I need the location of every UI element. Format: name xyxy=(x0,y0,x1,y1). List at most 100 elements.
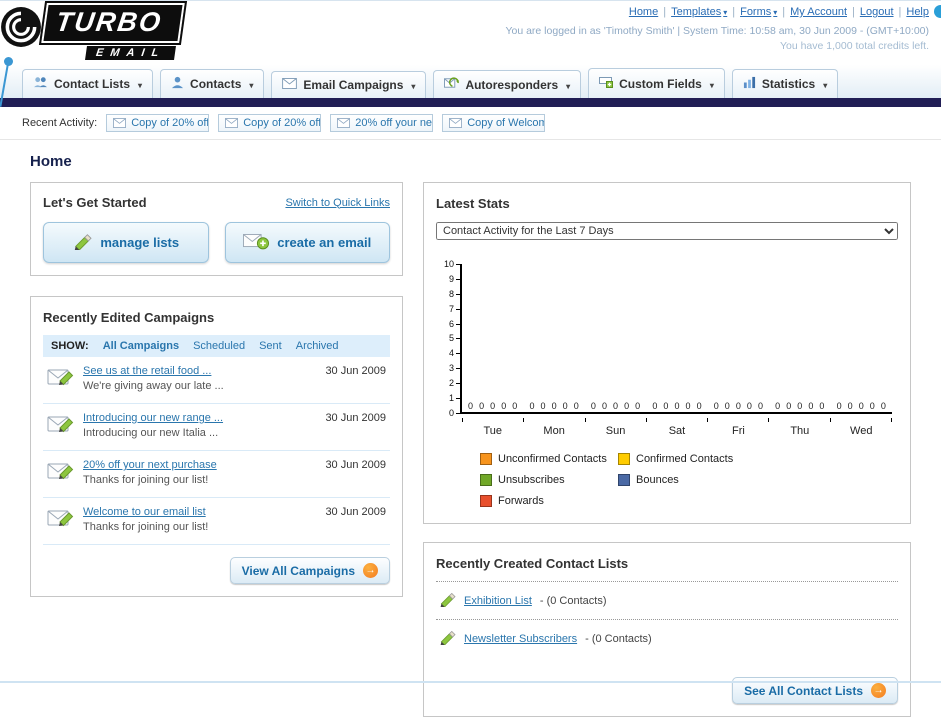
edge-dot-decoration xyxy=(934,5,941,18)
legend-label: Unsubscribes xyxy=(498,474,565,486)
campaign-date: 30 Jun 2009 xyxy=(325,506,386,518)
manage-lists-button[interactable]: manage lists xyxy=(43,222,209,263)
logo-swirl-icon xyxy=(0,6,42,53)
legend-item: Bounces xyxy=(618,474,756,486)
envelope-icon xyxy=(113,118,127,128)
contact-list-count: - (0 Contacts) xyxy=(585,632,652,645)
latest-stats-panel: Latest Stats Contact Activity for the La… xyxy=(423,182,911,524)
envelope-icon xyxy=(337,118,351,128)
page-title: Home xyxy=(30,153,72,170)
create-email-button[interactable]: create an email xyxy=(224,222,390,263)
top-nav: Home Templates Forms My Account Logout Help xyxy=(505,6,929,20)
recent-activity-bar: Recent Activity: Copy of 20% off yc Copy… xyxy=(0,107,941,140)
latest-stats-title: Latest Stats xyxy=(436,196,510,211)
nav-logout[interactable]: Logout xyxy=(860,6,894,18)
campaign-date: 30 Jun 2009 xyxy=(325,459,386,471)
contact-lists-panel-title: Recently Created Contact Lists xyxy=(436,556,629,571)
recent-activity-item[interactable]: Copy of Welcome tc xyxy=(442,114,546,132)
nav-home[interactable]: Home xyxy=(629,6,658,18)
contacts-icon xyxy=(171,76,184,92)
legend-item: Forwards xyxy=(480,495,618,507)
y-axis: 10 9 8 7 6 5 4 3 2 1 0 xyxy=(438,260,460,418)
tab-contacts[interactable]: Contacts xyxy=(160,69,265,98)
recent-activity-item[interactable]: 20% off your next xyxy=(330,114,434,132)
tab-statistics[interactable]: Statistics xyxy=(731,69,839,98)
manage-lists-label: manage lists xyxy=(100,235,180,250)
legend-label: Unconfirmed Contacts xyxy=(498,453,607,465)
chevron-down-icon xyxy=(409,78,415,92)
contact-list-row: Newsletter Subscribers - (0 Contacts) xyxy=(436,619,898,657)
x-axis-ticks xyxy=(462,418,892,422)
nav-forms[interactable]: Forms xyxy=(740,6,777,18)
view-all-campaigns-button[interactable]: View All Campaigns xyxy=(229,557,390,584)
campaign-title-link[interactable]: 20% off your next purchase xyxy=(83,459,217,471)
tab-email-campaigns[interactable]: Email Campaigns xyxy=(271,71,427,98)
legend-label: Bounces xyxy=(636,474,679,486)
chevron-down-icon xyxy=(564,78,570,92)
filter-all-campaigns[interactable]: All Campaigns xyxy=(103,340,179,352)
logo-subtitle: EMAIL xyxy=(85,46,177,60)
campaign-title-link[interactable]: See us at the retail food ... xyxy=(83,365,224,377)
envelope-icon xyxy=(449,118,463,128)
nav-help[interactable]: Help xyxy=(906,6,929,18)
campaign-row: See us at the retail food ... We're givi… xyxy=(43,357,390,404)
logo-title: TURBO xyxy=(39,1,187,45)
contact-list-link[interactable]: Newsletter Subscribers xyxy=(464,633,577,645)
tab-label: Autoresponders xyxy=(465,77,559,92)
nav-forms-label: Forms xyxy=(740,6,772,18)
filter-scheduled[interactable]: Scheduled xyxy=(193,340,245,352)
nav-templates-label: Templates xyxy=(671,6,722,18)
contact-lists-icon xyxy=(33,76,48,92)
legend-swatch xyxy=(480,495,492,507)
contact-list-row: Exhibition List - (0 Contacts) xyxy=(436,581,898,619)
credits-info: You have 1,000 total credits left. xyxy=(779,39,929,52)
campaign-row: Welcome to our email list Thanks for joi… xyxy=(43,498,390,545)
nav-my-account[interactable]: My Account xyxy=(790,6,847,18)
chevron-down-icon xyxy=(247,77,253,91)
view-all-campaigns-label: View All Campaigns xyxy=(241,563,355,578)
tab-contact-lists[interactable]: Contact Lists xyxy=(22,69,154,98)
recent-activity-item[interactable]: Copy of 20% off yc xyxy=(106,114,210,132)
filter-archived[interactable]: Archived xyxy=(296,340,339,352)
show-label: SHOW: xyxy=(51,340,89,352)
nav-templates[interactable]: Templates xyxy=(671,6,727,18)
legend-item: Confirmed Contacts xyxy=(618,453,756,465)
arrow-right-icon xyxy=(363,563,378,578)
chevron-down-icon xyxy=(708,77,714,91)
legend-swatch xyxy=(480,474,492,486)
campaign-title-link[interactable]: Introducing our new range ... xyxy=(83,412,223,424)
recent-activity-label: Recent Activity: xyxy=(22,117,98,129)
nav-divider-bar xyxy=(0,98,941,107)
campaign-envelope-pencil-icon xyxy=(47,412,75,441)
legend-swatch xyxy=(618,453,630,465)
campaign-subtitle: Thanks for joining our list! xyxy=(83,521,209,533)
main-columns: Let's Get Started Switch to Quick Links … xyxy=(0,182,941,717)
tab-custom-fields[interactable]: Custom Fields xyxy=(588,68,725,98)
campaigns-panel-title: Recently Edited Campaigns xyxy=(43,310,215,325)
campaign-subtitle: We're giving away our late ... xyxy=(83,380,224,392)
legend-item: Unsubscribes xyxy=(480,474,618,486)
get-started-title: Let's Get Started xyxy=(43,195,147,210)
header-right: Home Templates Forms My Account Logout Help Y… xyxy=(505,6,929,53)
stats-period-select[interactable]: Contact Activity for the Last 7 Days xyxy=(436,222,898,240)
divider xyxy=(777,6,790,18)
campaign-row: Introducing our new range ... Introducin… xyxy=(43,404,390,451)
legend-item: Unconfirmed Contacts xyxy=(480,453,618,465)
tab-autoresponders[interactable]: Autoresponders xyxy=(433,70,582,98)
switch-quick-links-link[interactable]: Switch to Quick Links xyxy=(285,197,390,209)
arrow-right-icon xyxy=(871,683,886,698)
recent-activity-text: Copy of 20% off yc xyxy=(131,117,210,129)
create-email-label: create an email xyxy=(277,235,372,250)
recent-activity-text: Copy of Welcome tc xyxy=(467,117,544,129)
contact-list-link[interactable]: Exhibition List xyxy=(464,595,532,607)
campaign-title-link[interactable]: Welcome to our email list xyxy=(83,506,208,518)
right-column: Latest Stats Contact Activity for the La… xyxy=(423,182,911,717)
campaign-envelope-pencil-icon xyxy=(47,365,75,394)
recent-activity-item[interactable]: Copy of 20% off yc xyxy=(218,114,322,132)
filter-sent[interactable]: Sent xyxy=(259,340,282,352)
pencil-icon xyxy=(438,591,456,610)
campaign-filter-bar: SHOW: All Campaigns Scheduled Sent Archi… xyxy=(43,335,390,357)
pencil-icon xyxy=(72,232,92,253)
login-info: You are logged in as 'Timothy Smith' | S… xyxy=(505,24,929,37)
contact-activity-chart: 10 9 8 7 6 5 4 3 2 1 0 000000000000000000000000000… xyxy=(436,260,898,507)
